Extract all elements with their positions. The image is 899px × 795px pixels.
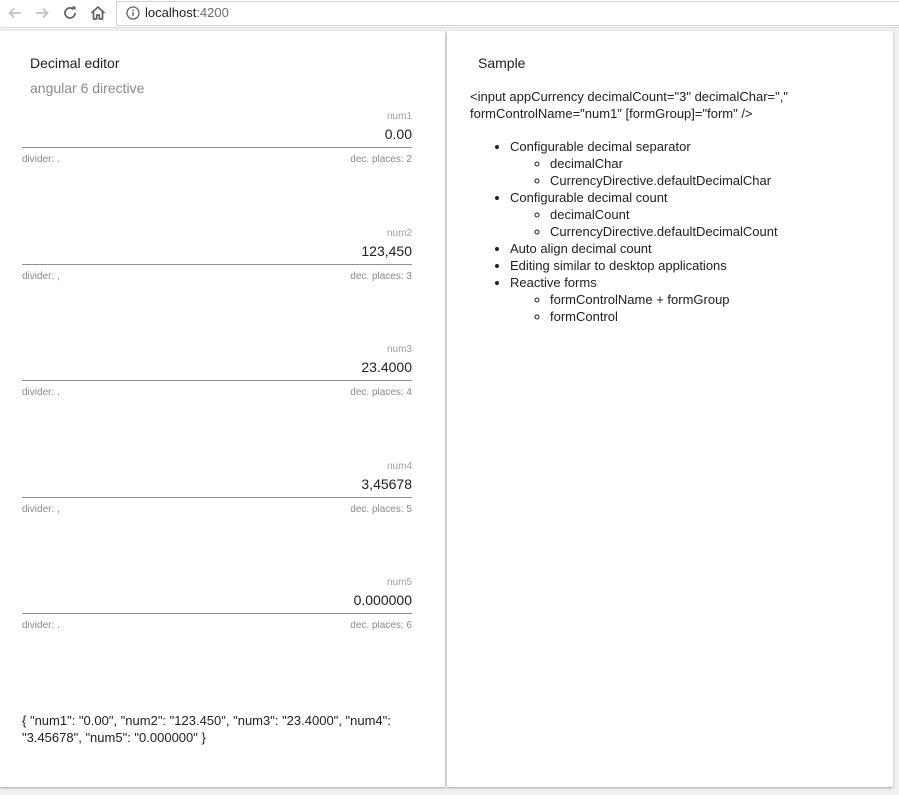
dec-places-hint: dec. places: 6 bbox=[350, 620, 412, 631]
forward-arrow-icon bbox=[36, 7, 49, 19]
form-json-output: { "num1": "0.00", "num2": "123.450", "nu… bbox=[22, 713, 391, 745]
home-button[interactable] bbox=[87, 2, 109, 24]
dec-places-hint: dec. places: 2 bbox=[350, 154, 412, 165]
feature-list: Configurable decimal separator decimalCh… bbox=[470, 138, 880, 325]
url-text: localhost:4200 bbox=[145, 5, 229, 20]
url-host: localhost bbox=[145, 5, 197, 20]
feature-label: Reactive forms bbox=[510, 275, 597, 290]
forward-button[interactable] bbox=[31, 2, 53, 24]
reload-icon bbox=[64, 6, 76, 19]
divider-hint: divider: . bbox=[22, 154, 60, 165]
field-label: num5 bbox=[386, 577, 412, 588]
list-item: decimalChar bbox=[550, 155, 880, 172]
list-item: Configurable decimal separator decimalCh… bbox=[510, 138, 880, 189]
list-item: formControlName + formGroup bbox=[550, 291, 880, 308]
back-button[interactable] bbox=[4, 2, 26, 24]
field-underline bbox=[22, 380, 412, 381]
sample-code: <input appCurrency decimalCount="3" deci… bbox=[470, 89, 788, 121]
dec-places-hint: dec. places: 3 bbox=[350, 271, 412, 282]
num3-field: num3 divider: . dec. places: 4 bbox=[22, 344, 412, 406]
num5-field: num5 divider: . dec. places: 6 bbox=[22, 577, 412, 639]
list-item: Auto align decimal count bbox=[510, 240, 880, 257]
divider-hint: divider: , bbox=[22, 504, 60, 515]
field-label: num4 bbox=[386, 461, 412, 472]
field-underline bbox=[22, 264, 412, 265]
card-title: Sample bbox=[478, 55, 526, 71]
page-viewport: Decimal editor angular 6 directive num1 … bbox=[0, 28, 899, 795]
feature-label: Configurable decimal separator bbox=[510, 139, 691, 154]
dec-places-hint: dec. places: 4 bbox=[350, 387, 412, 398]
divider-hint: divider: . bbox=[22, 620, 60, 631]
list-item: Reactive forms formControlName + formGro… bbox=[510, 274, 880, 325]
num2-input[interactable] bbox=[22, 241, 412, 261]
list-item: formControl bbox=[550, 308, 880, 325]
num1-field: num1 divider: . dec. places: 2 bbox=[22, 111, 412, 173]
list-item: CurrencyDirective.defaultDecimalCount bbox=[550, 223, 880, 240]
home-icon bbox=[90, 6, 106, 20]
field-underline bbox=[22, 147, 412, 148]
field-label: num1 bbox=[386, 111, 412, 122]
list-item: Editing similar to desktop applications bbox=[510, 257, 880, 274]
dec-places-hint: dec. places: 5 bbox=[350, 504, 412, 515]
reload-button[interactable] bbox=[59, 2, 81, 24]
field-label: num3 bbox=[386, 344, 412, 355]
list-item: Configurable decimal count decimalCount … bbox=[510, 189, 880, 240]
address-bar[interactable]: localhost:4200 bbox=[116, 1, 899, 26]
num4-field: num4 divider: , dec. places: 5 bbox=[22, 461, 412, 523]
field-underline bbox=[22, 613, 412, 614]
num5-input[interactable] bbox=[22, 590, 412, 610]
field-label: num2 bbox=[386, 228, 412, 239]
num4-input[interactable] bbox=[22, 474, 412, 494]
field-underline bbox=[22, 497, 412, 498]
url-port: :4200 bbox=[196, 5, 229, 20]
decimal-editor-card: Decimal editor angular 6 directive num1 … bbox=[0, 31, 445, 787]
num2-field: num2 divider: , dec. places: 3 bbox=[22, 228, 412, 290]
feature-label: Configurable decimal count bbox=[510, 190, 668, 205]
info-icon[interactable] bbox=[126, 6, 140, 25]
browser-toolbar: localhost:4200 bbox=[0, 0, 899, 28]
divider-hint: divider: . bbox=[22, 387, 60, 398]
num3-input[interactable] bbox=[22, 357, 412, 377]
card-title: Decimal editor bbox=[30, 55, 120, 71]
divider-hint: divider: , bbox=[22, 271, 60, 282]
list-item: decimalCount bbox=[550, 206, 880, 223]
num1-input[interactable] bbox=[22, 124, 412, 144]
back-arrow-icon bbox=[8, 7, 21, 19]
list-item: CurrencyDirective.defaultDecimalChar bbox=[550, 172, 880, 189]
card-subtitle: angular 6 directive bbox=[30, 80, 145, 96]
sample-card: Sample <input appCurrency decimalCount="… bbox=[447, 31, 893, 787]
